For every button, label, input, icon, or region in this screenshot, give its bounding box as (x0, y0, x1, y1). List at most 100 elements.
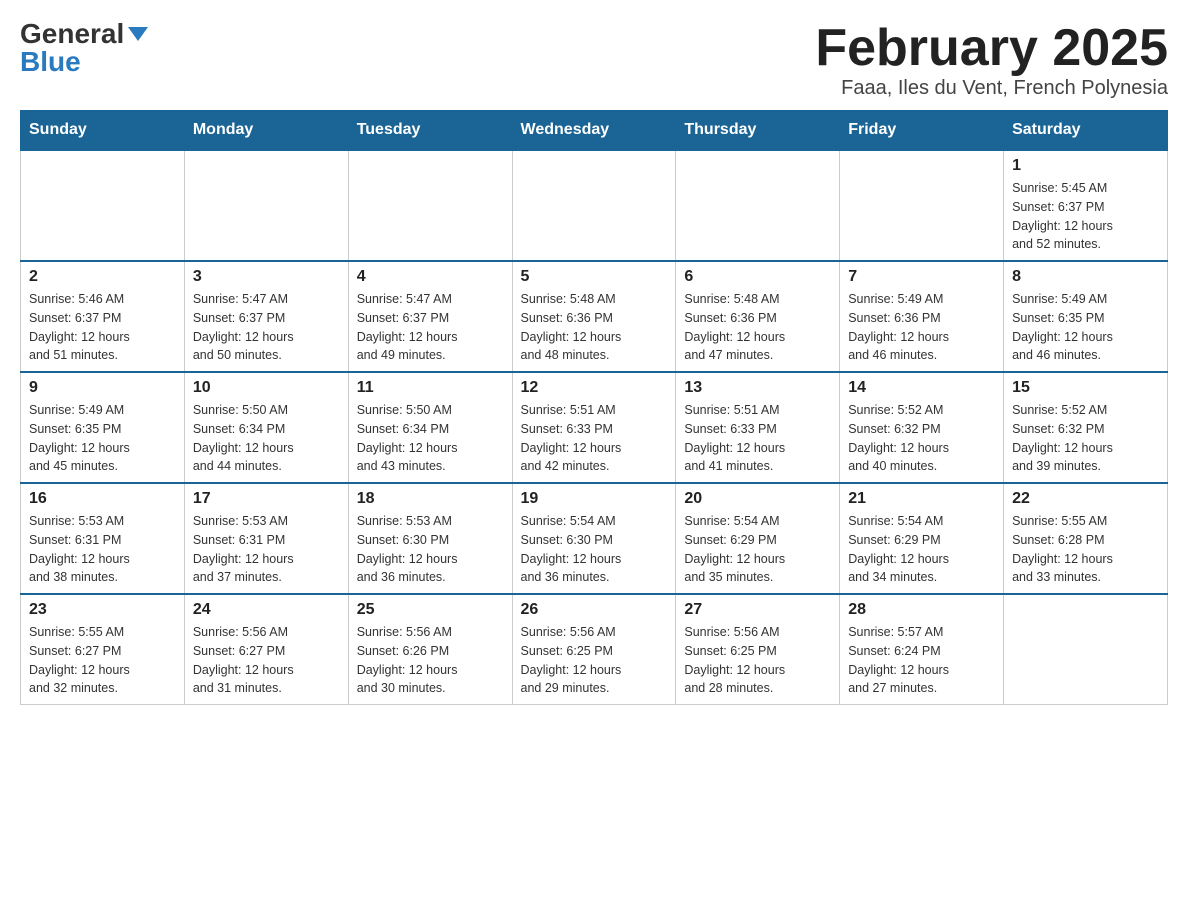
calendar-cell: 24 Sunrise: 5:56 AMSunset: 6:27 PMDayligh… (184, 594, 348, 705)
calendar-week-4: 23 Sunrise: 5:55 AMSunset: 6:27 PMDayligh… (21, 594, 1168, 705)
page-subtitle: Faaa, Iles du Vent, French Polynesia (815, 77, 1168, 100)
calendar-cell (512, 150, 676, 261)
day-info: Sunrise: 5:47 AMSunset: 6:37 PMDaylight:… (193, 290, 340, 365)
day-number: 16 (29, 490, 176, 508)
title-block: February 2025 Faaa, Iles du Vent, French… (815, 20, 1168, 100)
day-number: 15 (1012, 379, 1159, 397)
day-number: 25 (357, 601, 504, 619)
calendar-cell: 11Sunrise: 5:50 AMSunset: 6:34 PMDayligh… (348, 372, 512, 483)
calendar-cell: 1Sunrise: 5:45 AMSunset: 6:37 PMDaylight… (1004, 150, 1168, 261)
day-info: Sunrise: 5:49 AMSunset: 6:35 PMDaylight:… (29, 401, 176, 476)
day-number: 20 (684, 490, 831, 508)
day-info: Sunrise: 5:51 AMSunset: 6:33 PMDaylight:… (521, 401, 668, 476)
logo-triangle-icon (128, 27, 148, 41)
weekday-header-tuesday: Tuesday (348, 111, 512, 151)
day-number: 4 (357, 268, 504, 286)
calendar-cell: 12 Sunrise: 5:51 AMSunset: 6:33 PMDayligh… (512, 372, 676, 483)
calendar-cell: 14 Sunrise: 5:52 AMSunset: 6:32 PMDayligh… (840, 372, 1004, 483)
day-number: 24 (193, 601, 340, 619)
calendar-cell: 9 Sunrise: 5:49 AMSunset: 6:35 PMDaylight… (21, 372, 185, 483)
weekday-header-saturday: Saturday (1004, 111, 1168, 151)
day-info: Sunrise: 5:53 AMSunset: 6:31 PMDaylight:… (193, 512, 340, 587)
day-info: Sunrise: 5:51 AMSunset: 6:33 PMDaylight:… (684, 401, 831, 476)
page-header: General Blue February 2025 Faaa, Iles du… (20, 20, 1168, 100)
day-number: 23 (29, 601, 176, 619)
day-number: 5 (521, 268, 668, 286)
day-number: 7 (848, 268, 995, 286)
calendar-cell: 7Sunrise: 5:49 AMSunset: 6:36 PMDaylight… (840, 261, 1004, 372)
day-info: Sunrise: 5:54 AMSunset: 6:29 PMDaylight:… (848, 512, 995, 587)
day-number: 28 (848, 601, 995, 619)
day-info: Sunrise: 5:55 AMSunset: 6:28 PMDaylight:… (1012, 512, 1159, 587)
day-number: 2 (29, 268, 176, 286)
weekday-header-wednesday: Wednesday (512, 111, 676, 151)
day-number: 27 (684, 601, 831, 619)
day-number: 12 (521, 379, 668, 397)
day-info: Sunrise: 5:56 AMSunset: 6:26 PMDaylight:… (357, 623, 504, 698)
calendar-cell: 2 Sunrise: 5:46 AMSunset: 6:37 PMDaylight… (21, 261, 185, 372)
day-number: 26 (521, 601, 668, 619)
calendar-cell: 15 Sunrise: 5:52 AMSunset: 6:32 PMDayligh… (1004, 372, 1168, 483)
weekday-header-sunday: Sunday (21, 111, 185, 151)
calendar-cell: 19 Sunrise: 5:54 AMSunset: 6:30 PMDayligh… (512, 483, 676, 594)
day-info: Sunrise: 5:52 AMSunset: 6:32 PMDaylight:… (848, 401, 995, 476)
logo-blue-text: Blue (20, 48, 81, 76)
day-number: 10 (193, 379, 340, 397)
day-info: Sunrise: 5:56 AMSunset: 6:25 PMDaylight:… (521, 623, 668, 698)
calendar-cell: 3 Sunrise: 5:47 AMSunset: 6:37 PMDaylight… (184, 261, 348, 372)
day-number: 13 (684, 379, 831, 397)
day-info: Sunrise: 5:53 AMSunset: 6:30 PMDaylight:… (357, 512, 504, 587)
day-info: Sunrise: 5:48 AMSunset: 6:36 PMDaylight:… (521, 290, 668, 365)
day-info: Sunrise: 5:50 AMSunset: 6:34 PMDaylight:… (193, 401, 340, 476)
calendar-week-1: 2 Sunrise: 5:46 AMSunset: 6:37 PMDaylight… (21, 261, 1168, 372)
calendar-cell (1004, 594, 1168, 705)
calendar-cell: 10 Sunrise: 5:50 AMSunset: 6:34 PMDayligh… (184, 372, 348, 483)
day-number: 14 (848, 379, 995, 397)
day-info: Sunrise: 5:55 AMSunset: 6:27 PMDaylight:… (29, 623, 176, 698)
day-number: 19 (521, 490, 668, 508)
day-number: 21 (848, 490, 995, 508)
day-number: 9 (29, 379, 176, 397)
weekday-header-monday: Monday (184, 111, 348, 151)
day-info: Sunrise: 5:54 AMSunset: 6:29 PMDaylight:… (684, 512, 831, 587)
page-title: February 2025 (815, 20, 1168, 77)
calendar-week-2: 9 Sunrise: 5:49 AMSunset: 6:35 PMDaylight… (21, 372, 1168, 483)
day-number: 3 (193, 268, 340, 286)
day-info: Sunrise: 5:53 AMSunset: 6:31 PMDaylight:… (29, 512, 176, 587)
day-info: Sunrise: 5:54 AMSunset: 6:30 PMDaylight:… (521, 512, 668, 587)
day-number: 17 (193, 490, 340, 508)
weekday-header-thursday: Thursday (676, 111, 840, 151)
calendar-cell: 8Sunrise: 5:49 AMSunset: 6:35 PMDaylight… (1004, 261, 1168, 372)
day-info: Sunrise: 5:52 AMSunset: 6:32 PMDaylight:… (1012, 401, 1159, 476)
logo-general-text: General (20, 20, 124, 48)
calendar-cell: 4 Sunrise: 5:47 AMSunset: 6:37 PMDaylight… (348, 261, 512, 372)
logo: General Blue (20, 20, 148, 76)
calendar-cell: 26 Sunrise: 5:56 AMSunset: 6:25 PMDayligh… (512, 594, 676, 705)
day-info: Sunrise: 5:47 AMSunset: 6:37 PMDaylight:… (357, 290, 504, 365)
calendar-cell: 23 Sunrise: 5:55 AMSunset: 6:27 PMDayligh… (21, 594, 185, 705)
calendar-header-row: SundayMondayTuesdayWednesdayThursdayFrid… (21, 111, 1168, 151)
calendar-cell (676, 150, 840, 261)
calendar-cell (840, 150, 1004, 261)
calendar-cell: 13 Sunrise: 5:51 AMSunset: 6:33 PMDayligh… (676, 372, 840, 483)
day-info: Sunrise: 5:57 AMSunset: 6:24 PMDaylight:… (848, 623, 995, 698)
weekday-header-friday: Friday (840, 111, 1004, 151)
calendar-cell (184, 150, 348, 261)
calendar-table: SundayMondayTuesdayWednesdayThursdayFrid… (20, 110, 1168, 705)
calendar-cell: 16 Sunrise: 5:53 AMSunset: 6:31 PMDayligh… (21, 483, 185, 594)
calendar-cell: 17 Sunrise: 5:53 AMSunset: 6:31 PMDayligh… (184, 483, 348, 594)
calendar-cell: 27Sunrise: 5:56 AMSunset: 6:25 PMDayligh… (676, 594, 840, 705)
calendar-cell: 21 Sunrise: 5:54 AMSunset: 6:29 PMDayligh… (840, 483, 1004, 594)
calendar-week-3: 16 Sunrise: 5:53 AMSunset: 6:31 PMDayligh… (21, 483, 1168, 594)
day-number: 1 (1012, 157, 1159, 175)
calendar-cell (21, 150, 185, 261)
calendar-cell (348, 150, 512, 261)
day-number: 8 (1012, 268, 1159, 286)
day-info: Sunrise: 5:56 AMSunset: 6:27 PMDaylight:… (193, 623, 340, 698)
calendar-cell: 5 Sunrise: 5:48 AMSunset: 6:36 PMDaylight… (512, 261, 676, 372)
calendar-cell: 22Sunrise: 5:55 AMSunset: 6:28 PMDayligh… (1004, 483, 1168, 594)
calendar-cell: 20 Sunrise: 5:54 AMSunset: 6:29 PMDayligh… (676, 483, 840, 594)
day-info: Sunrise: 5:48 AMSunset: 6:36 PMDaylight:… (684, 290, 831, 365)
day-number: 11 (357, 379, 504, 397)
day-info: Sunrise: 5:46 AMSunset: 6:37 PMDaylight:… (29, 290, 176, 365)
